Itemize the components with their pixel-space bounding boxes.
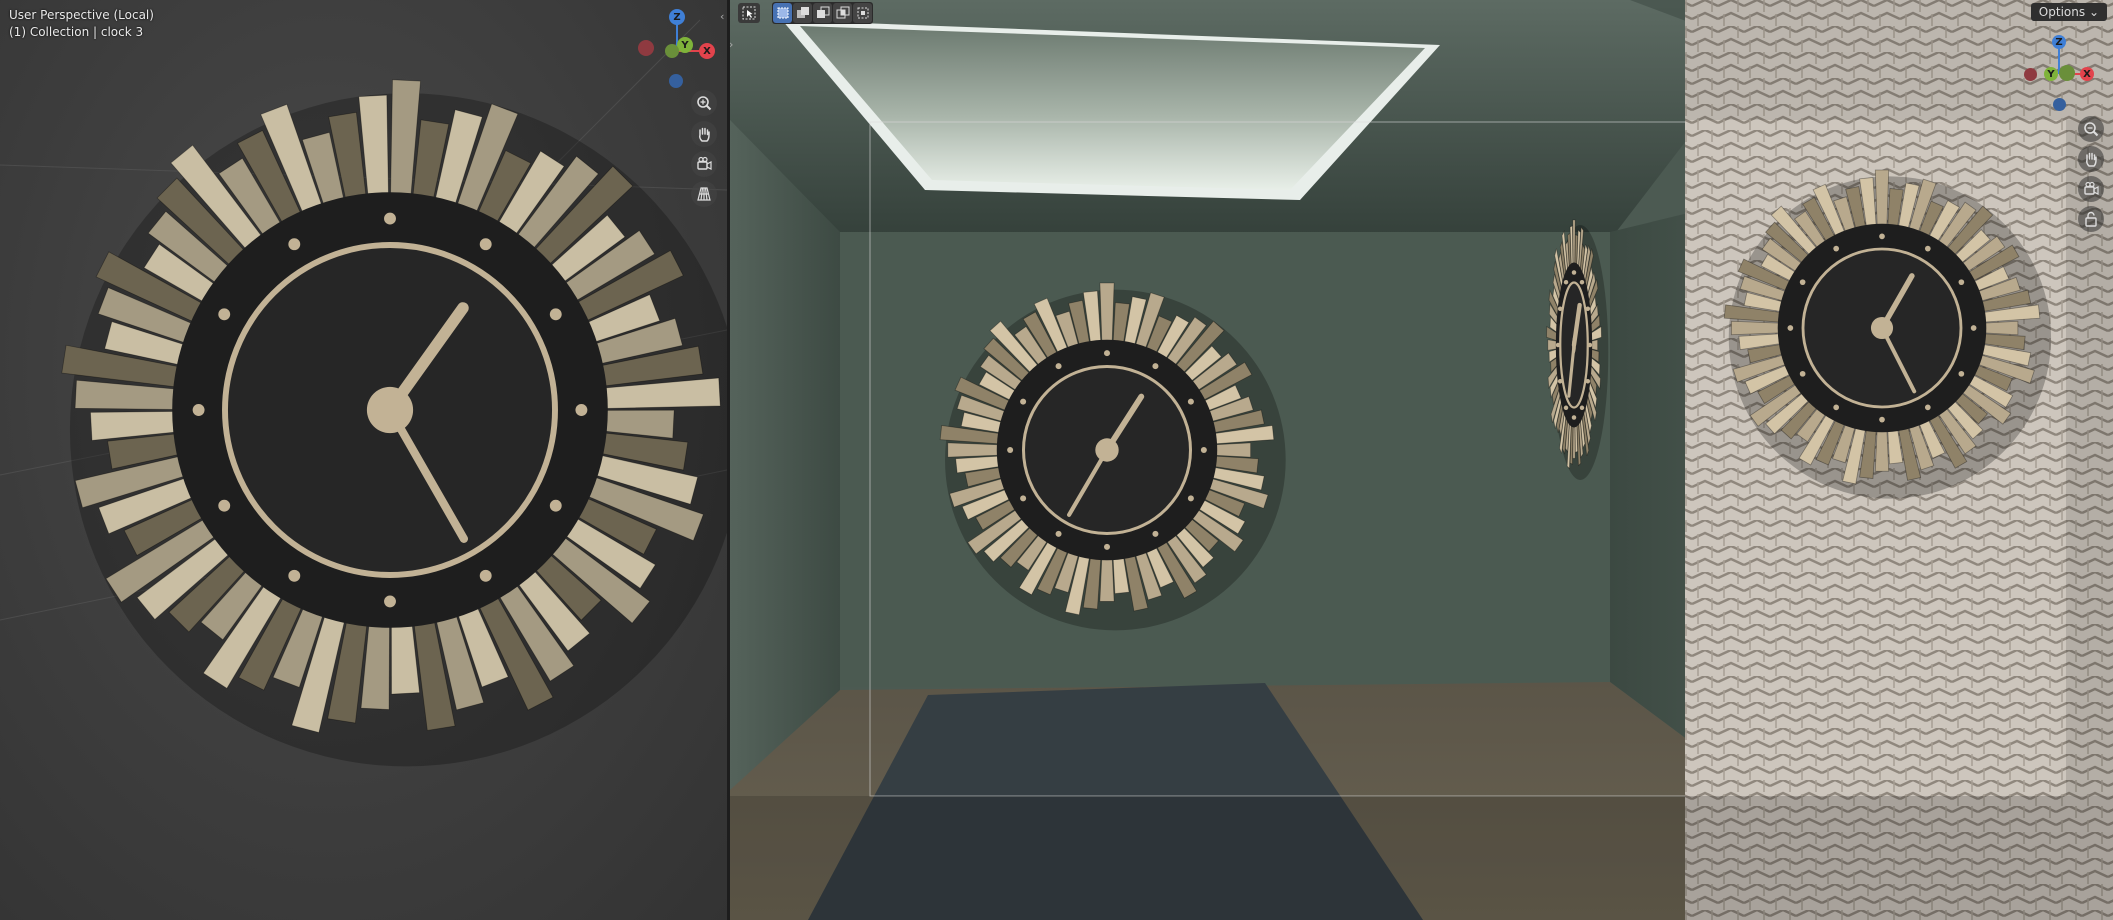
left-wall: [730, 120, 840, 790]
navigation-gizmo[interactable]: Z X Y: [632, 6, 722, 92]
perspective-grid-icon[interactable]: [691, 181, 717, 207]
view-name-label: User Perspective (Local): [9, 8, 154, 22]
collapse-arrow-icon[interactable]: ‹: [720, 10, 724, 23]
zoom-icon[interactable]: [691, 90, 717, 116]
gizmo-x-axis[interactable]: X: [2080, 67, 2094, 81]
gizmo-neg-y-axis[interactable]: [665, 44, 679, 58]
left-3d-viewport[interactable]: User Perspective (Local) (1) Collection …: [0, 0, 727, 920]
gizmo-neg-y-axis[interactable]: [2059, 65, 2075, 81]
select-intersect-icon[interactable]: [853, 3, 872, 23]
camera-view-icon[interactable]: [2078, 176, 2104, 202]
hand-pan-icon[interactable]: [2078, 146, 2104, 172]
gizmo-z-axis[interactable]: Z: [2052, 35, 2066, 49]
gizmo-z-axis[interactable]: Z: [669, 9, 685, 25]
clock-model-left: [61, 79, 727, 767]
lock-camera-icon[interactable]: [2078, 206, 2104, 232]
select-cursor-icon[interactable]: [738, 3, 760, 23]
gizmo-neg-z-axis[interactable]: [2053, 98, 2066, 111]
camera-view-icon[interactable]: [691, 151, 717, 177]
hand-pan-icon[interactable]: [691, 121, 717, 147]
gizmo-y-axis[interactable]: Y: [2044, 67, 2058, 81]
gizmo-neg-x-axis[interactable]: [2024, 68, 2037, 81]
navigation-gizmo-right[interactable]: Z X Y: [2021, 32, 2097, 114]
select-box-icon[interactable]: [773, 3, 792, 23]
gizmo-neg-z-axis[interactable]: [669, 74, 683, 88]
left-scene: [0, 19, 727, 767]
selection-toolbar: [738, 2, 873, 24]
room-scene: [730, 0, 2113, 920]
select-subtract-icon[interactable]: [813, 3, 832, 23]
select-extend-icon[interactable]: [793, 3, 812, 23]
options-label: Options: [2038, 5, 2086, 19]
options-dropdown[interactable]: Options ⌄: [2030, 3, 2107, 21]
zoom-icon[interactable]: [2078, 116, 2104, 142]
expand-arrow-icon[interactable]: ›: [729, 38, 733, 51]
right-3d-viewport[interactable]: Z X Y Options ⌄: [730, 0, 2113, 920]
gizmo-y-axis[interactable]: Y: [677, 37, 693, 53]
gizmo-neg-x-axis[interactable]: [638, 40, 654, 56]
object-info-label: (1) Collection | clock 3: [9, 25, 144, 39]
gizmo-x-axis[interactable]: X: [699, 43, 715, 59]
chevron-down-icon: ⌄: [2088, 5, 2099, 19]
select-mode-group: [772, 2, 873, 24]
select-difference-icon[interactable]: [833, 3, 852, 23]
